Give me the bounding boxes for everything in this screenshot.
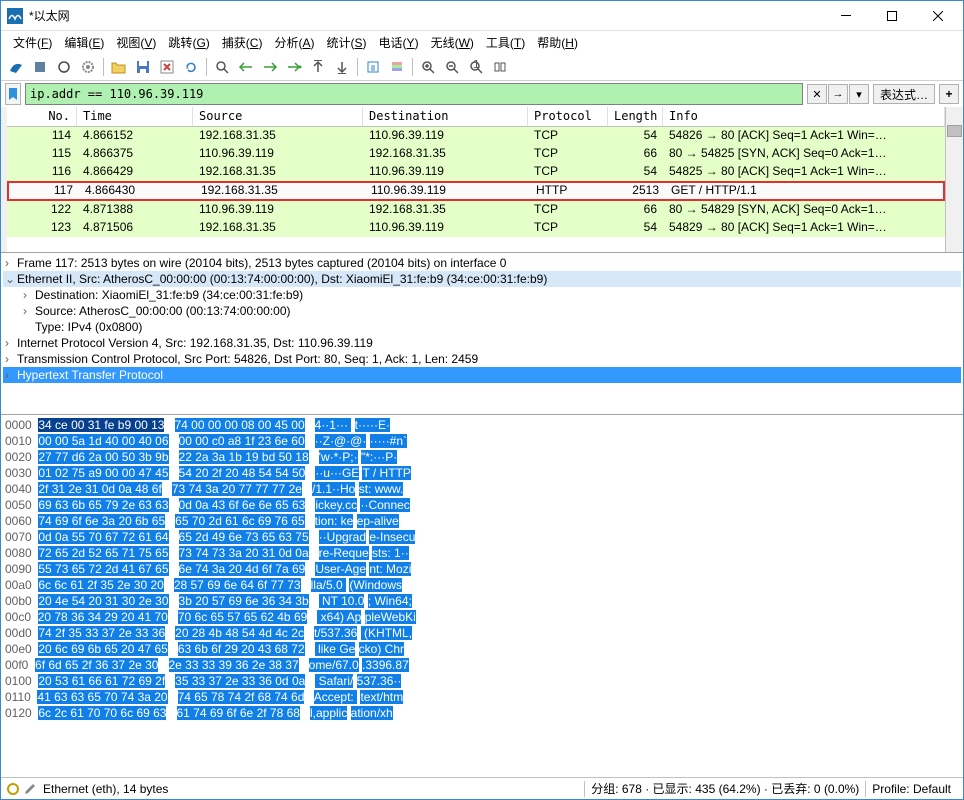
recent-filter-button[interactable]: ▾ bbox=[849, 84, 869, 104]
packet-row[interactable]: 1224.871388110.96.39.119192.168.31.35TCP… bbox=[7, 201, 945, 219]
toolbutton-zoom-reset[interactable]: 1 bbox=[465, 56, 487, 78]
col-header-info[interactable]: Info bbox=[663, 107, 945, 126]
toolbutton-save[interactable] bbox=[132, 56, 154, 78]
detail-row[interactable]: ›Internet Protocol Version 4, Src: 192.1… bbox=[3, 335, 961, 351]
packet-details-pane[interactable]: ›Frame 117: 2513 bytes on wire (20104 bi… bbox=[1, 253, 963, 415]
hex-row[interactable]: 0120 6c 2c 61 70 70 6c 69 63 61 74 69 6f… bbox=[5, 705, 959, 721]
detail-row[interactable]: Type: IPv4 (0x0800) bbox=[3, 319, 961, 335]
maximize-button[interactable] bbox=[869, 1, 915, 30]
hex-row[interactable]: 00b0 20 4e 54 20 31 30 2e 30 3b 20 57 69… bbox=[5, 593, 959, 609]
svg-text:1: 1 bbox=[473, 60, 480, 71]
toolbutton-find[interactable] bbox=[211, 56, 233, 78]
menu-item[interactable]: 文件(F) bbox=[7, 32, 58, 53]
packet-row[interactable]: 1164.866429192.168.31.35110.96.39.119TCP… bbox=[7, 163, 945, 181]
col-header-destination[interactable]: Destination bbox=[363, 107, 528, 126]
hex-row[interactable]: 00c0 20 78 36 34 29 20 41 70 70 6c 65 57… bbox=[5, 609, 959, 625]
hex-row[interactable]: 0080 72 65 2d 52 65 71 75 65 73 74 73 3a… bbox=[5, 545, 959, 561]
filter-bar: ✕ → ▾ 表达式… + bbox=[1, 81, 963, 107]
detail-row[interactable]: ›Destination: XiaomiEl_31:fe:b9 (34:ce:0… bbox=[3, 287, 961, 303]
edit-icon[interactable] bbox=[23, 782, 37, 796]
packet-row[interactable]: 1174.866430192.168.31.35110.96.39.119HTT… bbox=[7, 181, 945, 201]
packet-row[interactable]: 1144.866152192.168.31.35110.96.39.119TCP… bbox=[7, 127, 945, 145]
hex-row[interactable]: 0020 27 77 d6 2a 00 50 3b 9b 22 2a 3a 1b… bbox=[5, 449, 959, 465]
bookmark-filter-icon[interactable] bbox=[5, 83, 21, 105]
status-bar: Ethernet (eth), 14 bytes 分组: 678 · 已显示: … bbox=[1, 777, 963, 799]
menu-item[interactable]: 统计(S) bbox=[321, 32, 373, 53]
hex-row[interactable]: 0040 2f 31 2e 31 0d 0a 48 6f 73 74 3a 20… bbox=[5, 481, 959, 497]
expression-button[interactable]: 表达式… bbox=[873, 84, 935, 104]
add-filter-button[interactable]: + bbox=[939, 84, 959, 104]
col-header-protocol[interactable]: Protocol bbox=[528, 107, 608, 126]
toolbutton-next[interactable] bbox=[259, 56, 281, 78]
toolbutton-close-file[interactable] bbox=[156, 56, 178, 78]
toolbutton-last[interactable] bbox=[331, 56, 353, 78]
detail-row[interactable]: ›Hypertext Transfer Protocol bbox=[3, 367, 961, 383]
detail-row[interactable]: ›Frame 117: 2513 bytes on wire (20104 bi… bbox=[3, 255, 961, 271]
window-title: *以太网 bbox=[27, 7, 823, 24]
hex-row[interactable]: 0100 20 53 61 66 61 72 69 2f 35 33 37 2e… bbox=[5, 673, 959, 689]
toolbutton-reload[interactable] bbox=[180, 56, 202, 78]
toolbutton-zoom-in[interactable] bbox=[417, 56, 439, 78]
packet-bytes-pane[interactable]: 0000 34 ce 00 31 fe b9 00 13 74 00 00 00… bbox=[1, 415, 963, 777]
menu-item[interactable]: 无线(W) bbox=[425, 32, 480, 53]
apply-filter-button[interactable]: → bbox=[828, 84, 848, 104]
status-profile[interactable]: Profile: Default bbox=[866, 782, 957, 796]
toolbutton-shark[interactable] bbox=[5, 56, 27, 78]
menu-item[interactable]: 电话(Y) bbox=[373, 32, 425, 53]
hex-row[interactable]: 0000 34 ce 00 31 fe b9 00 13 74 00 00 00… bbox=[5, 417, 959, 433]
toolbutton-stop[interactable] bbox=[29, 56, 51, 78]
hex-row[interactable]: 00f0 6f 6d 65 2f 36 37 2e 30 2e 33 33 39… bbox=[5, 657, 959, 673]
menu-item[interactable]: 视图(V) bbox=[110, 32, 162, 53]
menu-item[interactable]: 工具(T) bbox=[480, 32, 531, 53]
hex-row[interactable]: 00e0 20 6c 69 6b 65 20 47 65 63 6b 6f 29… bbox=[5, 641, 959, 657]
status-frame-info: Ethernet (eth), 14 bytes bbox=[37, 782, 584, 796]
menu-bar: 文件(F)编辑(E)视图(V)跳转(G)捕获(C)分析(A)统计(S)电话(Y)… bbox=[1, 31, 963, 53]
menu-item[interactable]: 捕获(C) bbox=[216, 32, 269, 53]
display-filter-input[interactable] bbox=[25, 83, 803, 105]
col-header-length[interactable]: Length bbox=[608, 107, 663, 126]
hex-row[interactable]: 0060 74 69 6f 6e 3a 20 6b 65 65 70 2d 61… bbox=[5, 513, 959, 529]
toolbutton-resize-cols[interactable] bbox=[489, 56, 511, 78]
hex-row[interactable]: 0090 55 73 65 72 2d 41 67 65 6e 74 3a 20… bbox=[5, 561, 959, 577]
toolbutton-options[interactable] bbox=[77, 56, 99, 78]
col-header-time[interactable]: Time bbox=[77, 107, 193, 126]
toolbutton-prev[interactable] bbox=[235, 56, 257, 78]
toolbutton-first[interactable] bbox=[307, 56, 329, 78]
expert-info-icon[interactable] bbox=[7, 783, 19, 795]
packet-list-pane: No. Time Source Destination Protocol Len… bbox=[1, 107, 963, 253]
toolbutton-restart[interactable] bbox=[53, 56, 75, 78]
clear-filter-button[interactable]: ✕ bbox=[807, 84, 827, 104]
detail-row[interactable]: ›Transmission Control Protocol, Src Port… bbox=[3, 351, 961, 367]
toolbutton-colorize[interactable] bbox=[386, 56, 408, 78]
toolbutton-autoscroll[interactable] bbox=[362, 56, 384, 78]
packet-row[interactable]: 1234.871506192.168.31.35110.96.39.119TCP… bbox=[7, 219, 945, 237]
wireshark-icon bbox=[7, 8, 23, 24]
titlebar: *以太网 bbox=[1, 1, 963, 31]
menu-item[interactable]: 帮助(H) bbox=[531, 32, 584, 53]
detail-row[interactable]: ›Source: AtherosC_00:00:00 (00:13:74:00:… bbox=[3, 303, 961, 319]
detail-row[interactable]: ⌄Ethernet II, Src: AtherosC_00:00:00 (00… bbox=[3, 271, 961, 287]
hex-row[interactable]: 00d0 74 2f 35 33 37 2e 33 36 20 28 4b 48… bbox=[5, 625, 959, 641]
hex-row[interactable]: 0070 0d 0a 55 70 67 72 61 64 65 2d 49 6e… bbox=[5, 529, 959, 545]
hex-row[interactable]: 0110 41 63 63 65 70 74 3a 20 74 65 78 74… bbox=[5, 689, 959, 705]
col-header-source[interactable]: Source bbox=[193, 107, 363, 126]
minimize-button[interactable] bbox=[823, 1, 869, 30]
close-button[interactable] bbox=[915, 1, 961, 30]
packet-list-scrollbar[interactable] bbox=[945, 107, 963, 252]
hex-row[interactable]: 0030 01 02 75 a9 00 00 47 45 54 20 2f 20… bbox=[5, 465, 959, 481]
col-header-no[interactable]: No. bbox=[7, 107, 77, 126]
toolbar: 1 bbox=[1, 53, 963, 81]
packet-row[interactable]: 1154.866375110.96.39.119192.168.31.35TCP… bbox=[7, 145, 945, 163]
hex-row[interactable]: 0050 69 63 6b 65 79 2e 63 63 0d 0a 43 6f… bbox=[5, 497, 959, 513]
toolbutton-jump[interactable] bbox=[283, 56, 305, 78]
toolbutton-zoom-out[interactable] bbox=[441, 56, 463, 78]
hex-row[interactable]: 0010 00 00 5a 1d 40 00 40 06 00 00 c0 a8… bbox=[5, 433, 959, 449]
menu-item[interactable]: 跳转(G) bbox=[162, 32, 215, 53]
toolbutton-open[interactable] bbox=[108, 56, 130, 78]
hex-row[interactable]: 00a0 6c 6c 61 2f 35 2e 30 20 28 57 69 6e… bbox=[5, 577, 959, 593]
menu-item[interactable]: 分析(A) bbox=[268, 32, 320, 53]
menu-item[interactable]: 编辑(E) bbox=[58, 32, 110, 53]
packet-list-header[interactable]: No. Time Source Destination Protocol Len… bbox=[7, 107, 945, 127]
status-packet-count: 分组: 678 · 已显示: 435 (64.2%) · 已丢弃: 0 (0.0… bbox=[585, 780, 865, 797]
